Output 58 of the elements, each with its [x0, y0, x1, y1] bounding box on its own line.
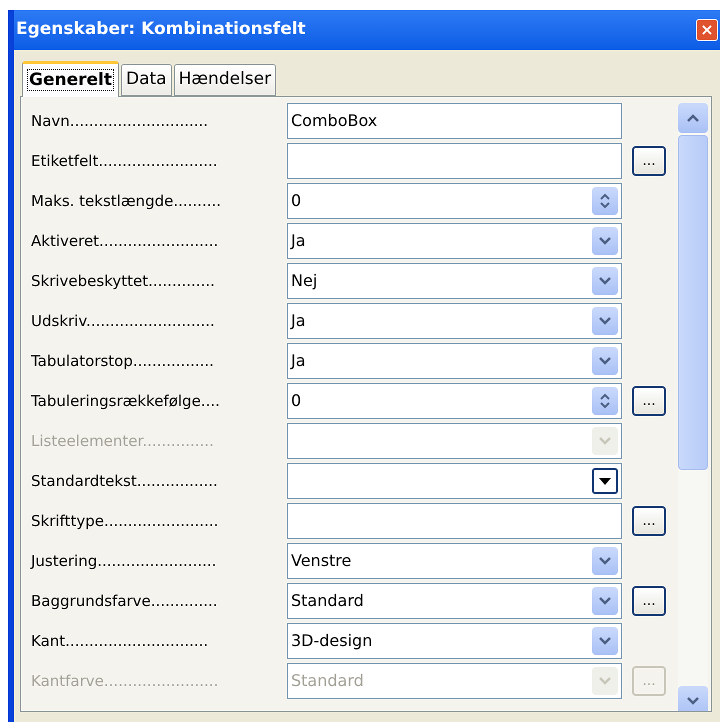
- property-label: Etiketfelt.........................: [31, 150, 219, 172]
- property-label: Tabulatorstop.................: [31, 350, 215, 372]
- property-field[interactable]: Ja: [287, 223, 622, 259]
- property-field[interactable]: 3D-design: [287, 623, 622, 659]
- property-label: Udskriv...........................: [31, 310, 216, 332]
- chevron-down-icon: [599, 437, 611, 445]
- property-field[interactable]: 0: [287, 183, 622, 219]
- property-label: Listeelementer...............: [31, 430, 215, 452]
- chevron-down-icon: [599, 317, 611, 325]
- property-field[interactable]: Ja: [287, 343, 622, 379]
- property-label: Standardtekst.................: [31, 470, 219, 492]
- property-field[interactable]: Standard: [287, 583, 622, 619]
- property-label: Kantfarve........................: [31, 670, 220, 692]
- spin-button[interactable]: [592, 387, 618, 415]
- chevron-down-icon: [599, 597, 611, 605]
- property-field[interactable]: [287, 503, 622, 539]
- more-button[interactable]: ...: [632, 146, 666, 176]
- property-field[interactable]: Ja: [287, 303, 622, 339]
- chevron-up-icon: [687, 114, 699, 122]
- more-button[interactable]: ...: [632, 586, 666, 616]
- chevron-down-icon: [599, 677, 611, 685]
- triangle-down-icon: [599, 478, 611, 484]
- tab[interactable]: Generelt: [22, 61, 119, 97]
- scroll-down-button[interactable]: [678, 686, 708, 711]
- property-label: Justering.........................: [31, 550, 218, 572]
- property-field[interactable]: ComboBox: [287, 103, 622, 139]
- scrollbar[interactable]: [678, 103, 708, 711]
- close-button[interactable]: ×: [696, 19, 718, 41]
- property-label: Tabuleringsrækkefølge....: [31, 390, 221, 412]
- property-field[interactable]: [287, 143, 622, 179]
- property-label: Kant..............................: [31, 630, 210, 652]
- tab[interactable]: Data: [120, 64, 172, 96]
- chevron-down-icon: [599, 237, 611, 245]
- property-field[interactable]: 0: [287, 383, 622, 419]
- up-down-arrows-icon: [600, 193, 610, 209]
- spin-button[interactable]: [592, 187, 618, 215]
- property-label: Maks. tekstlængde..........: [31, 190, 222, 212]
- scroll-up-button[interactable]: [678, 103, 708, 133]
- property-label: Navn.............................: [31, 110, 210, 132]
- property-field[interactable]: Nej: [287, 263, 622, 299]
- window-title: Egenskaber: Kombinationsfelt: [16, 18, 306, 42]
- chevron-down-icon: [599, 637, 611, 645]
- chevron-down-icon: [599, 277, 611, 285]
- property-label: Baggrundsfarve..............: [31, 590, 219, 612]
- up-down-arrows-icon: [600, 393, 610, 409]
- scroll-thumb[interactable]: [678, 135, 708, 470]
- property-label: Skrivebeskyttet..............: [31, 270, 216, 292]
- tab[interactable]: Hændelser: [174, 64, 276, 96]
- dropdown-button[interactable]: [592, 468, 618, 494]
- chevron-down-icon: [599, 357, 611, 365]
- property-label: Aktiveret.........................: [31, 230, 220, 252]
- chevron-down-icon: [687, 697, 699, 705]
- property-field[interactable]: [287, 463, 622, 499]
- property-field[interactable]: Venstre: [287, 543, 622, 579]
- chevron-down-icon: [599, 557, 611, 565]
- property-label: Skrifttype........................: [31, 510, 220, 532]
- more-button[interactable]: ...: [632, 506, 666, 536]
- more-button[interactable]: ...: [632, 386, 666, 416]
